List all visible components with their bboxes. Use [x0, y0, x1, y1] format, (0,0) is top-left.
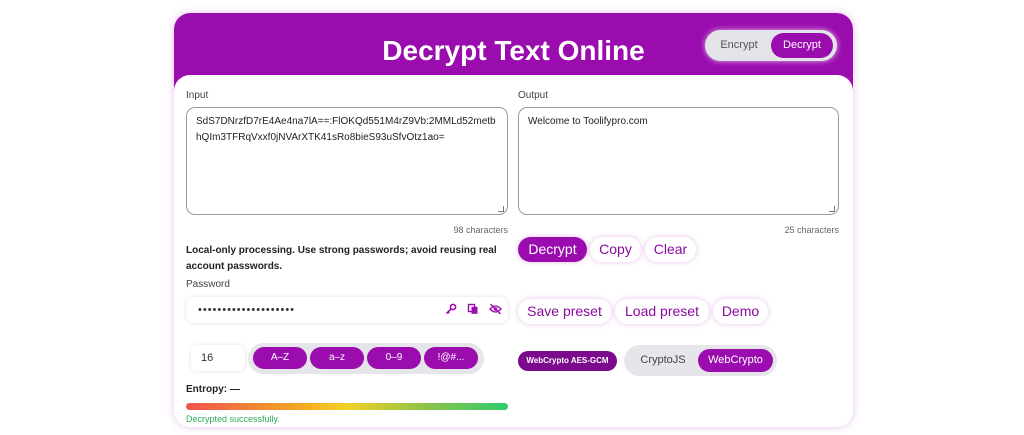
output-label: Output: [518, 90, 549, 101]
password-label: Password: [186, 279, 230, 290]
length-input[interactable]: 16: [191, 345, 245, 371]
decrypt-card: Decrypt Text Online Encrypt Decrypt Inpu…: [174, 13, 853, 427]
encrypt-mode-button[interactable]: Encrypt: [709, 33, 769, 58]
password-value: ••••••••••••••••••••: [198, 304, 296, 316]
charset-uppercase-button[interactable]: A–Z: [253, 347, 307, 369]
password-input[interactable]: ••••••••••••••••••••: [186, 297, 508, 323]
decrypt-button[interactable]: Decrypt: [518, 237, 587, 262]
resize-handle[interactable]: [829, 206, 835, 212]
engine-toggle: CryptoJS WebCrypto: [624, 345, 777, 376]
input-textarea[interactable]: SdS7DNrzfD7rE4Ae4na7lA==:FlOKQd551M4rZ9V…: [186, 107, 508, 215]
engine-webcrypto-option[interactable]: WebCrypto: [698, 349, 773, 372]
entropy-bar: [186, 403, 508, 410]
key-icon[interactable]: [444, 303, 458, 317]
copy-button[interactable]: Copy: [590, 237, 641, 262]
charset-lowercase-button[interactable]: a–z: [310, 347, 364, 369]
charset-digits-button[interactable]: 0–9: [367, 347, 421, 369]
save-preset-button[interactable]: Save preset: [518, 299, 611, 324]
output-char-count: 25 characters: [784, 225, 839, 235]
input-label: Input: [186, 90, 209, 101]
engine-badge: WebCrypto AES-GCM: [518, 351, 617, 371]
entropy-label: Entropy: —: [186, 384, 240, 395]
charset-group: A–Z a–z 0–9 !@#...: [248, 343, 484, 374]
input-char-count: 98 characters: [453, 225, 508, 235]
status-message: Decrypted successfully.: [186, 414, 280, 424]
load-preset-button[interactable]: Load preset: [615, 299, 709, 324]
security-notice: Local-only processing. Use strong passwo…: [186, 245, 497, 272]
mode-toggle: Encrypt Decrypt: [705, 30, 837, 61]
copy-icon[interactable]: [466, 303, 480, 317]
input-text: SdS7DNrzfD7rE4Ae4na7lA==:FlOKQd551M4rZ9V…: [196, 116, 496, 143]
output-text: Welcome to Toolifypro.com: [528, 116, 648, 127]
decrypt-mode-button[interactable]: Decrypt: [771, 33, 833, 58]
charset-symbols-button[interactable]: !@#...: [424, 347, 478, 369]
main-panel: Input SdS7DNrzfD7rE4Ae4na7lA==:FlOKQd551…: [174, 75, 853, 427]
resize-handle[interactable]: [498, 206, 504, 212]
eye-off-icon[interactable]: [488, 303, 502, 317]
demo-button[interactable]: Demo: [713, 299, 768, 324]
output-textarea[interactable]: Welcome to Toolifypro.com: [518, 107, 839, 215]
engine-cryptojs-option[interactable]: CryptoJS: [628, 349, 698, 372]
clear-button[interactable]: Clear: [645, 237, 696, 262]
